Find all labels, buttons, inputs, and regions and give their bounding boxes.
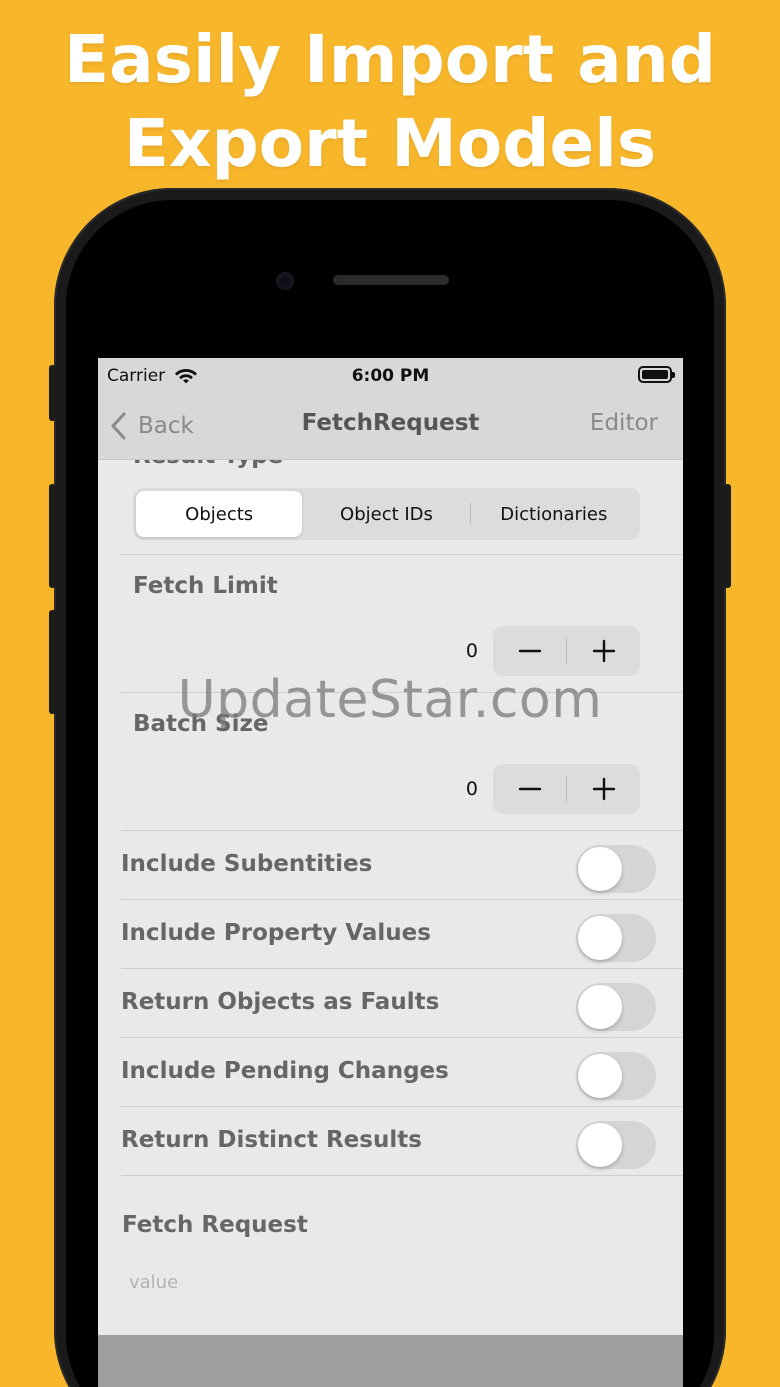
status-bar: Carrier 6:00 PM xyxy=(98,358,683,396)
return-distinct-results-switch[interactable] xyxy=(576,1121,656,1169)
volume-up-button xyxy=(49,484,56,588)
headline-line-2: Export Models xyxy=(123,105,657,182)
fetch-limit-decrement-button[interactable] xyxy=(493,626,566,676)
form-content: Result Type Objects Object IDs Dictionar… xyxy=(98,460,683,1335)
batch-size-increment-button[interactable] xyxy=(567,764,640,814)
include-pending-changes-switch[interactable] xyxy=(576,1052,656,1100)
promo-headline: Easily Import and Export Models xyxy=(0,18,780,186)
minus-icon xyxy=(518,649,541,653)
include-subentities-switch[interactable] xyxy=(576,845,656,893)
batch-size-decrement-button[interactable] xyxy=(493,764,566,814)
return-objects-as-faults-switch[interactable] xyxy=(576,983,656,1031)
mute-switch xyxy=(49,365,56,421)
navigation-bar: Back FetchRequest Editor xyxy=(98,396,683,460)
segment-objects[interactable]: Objects xyxy=(136,491,303,537)
earpiece-speaker xyxy=(333,275,449,285)
watermark-text: UpdateStar.com xyxy=(177,670,603,730)
bottom-toolbar xyxy=(98,1335,683,1387)
plus-icon xyxy=(592,639,615,663)
segment-dictionaries[interactable]: Dictionaries xyxy=(471,491,637,537)
result-type-label: Result Type xyxy=(133,460,283,469)
toggle-row-include-pending-changes: Include Pending Changes xyxy=(98,1038,683,1107)
editor-button[interactable]: Editor xyxy=(590,410,658,436)
fetch-limit-increment-button[interactable] xyxy=(567,626,640,676)
fetch-request-label: Fetch Request xyxy=(122,1212,308,1238)
minus-icon xyxy=(518,787,541,791)
toggle-label: Return Objects as Faults xyxy=(121,989,440,1015)
battery-icon xyxy=(638,366,675,383)
power-button xyxy=(724,484,731,588)
toggle-label: Return Distinct Results xyxy=(121,1127,422,1153)
toggle-row-return-distinct-results: Return Distinct Results xyxy=(98,1107,683,1176)
toggle-label: Include Property Values xyxy=(121,920,431,946)
toggle-label: Include Subentities xyxy=(121,851,373,877)
fetch-request-value-field[interactable]: value xyxy=(129,1272,178,1293)
toggle-label: Include Pending Changes xyxy=(121,1058,449,1084)
headline-line-1: Easily Import and xyxy=(64,21,716,98)
status-time: 6:00 PM xyxy=(351,366,430,386)
phone-screen: Carrier 6:00 PM Back FetchRequest Editor… xyxy=(98,358,683,1387)
toggle-row-return-objects-as-faults: Return Objects as Faults xyxy=(98,969,683,1038)
include-property-values-switch[interactable] xyxy=(576,914,656,962)
fetch-limit-value: 0 xyxy=(465,640,478,662)
batch-size-stepper xyxy=(493,764,640,814)
segment-object-ids[interactable]: Object IDs xyxy=(303,491,469,537)
row-separator xyxy=(121,1175,683,1176)
fetch-limit-label: Fetch Limit xyxy=(133,573,278,599)
row-separator xyxy=(121,554,683,555)
toggle-row-include-subentities: Include Subentities xyxy=(98,831,683,900)
result-type-segmented-control: Objects Object IDs Dictionaries xyxy=(133,488,640,540)
batch-size-value: 0 xyxy=(465,778,478,800)
plus-icon xyxy=(592,777,615,801)
fetch-limit-stepper xyxy=(493,626,640,676)
toggle-row-include-property-values: Include Property Values xyxy=(98,900,683,969)
front-camera xyxy=(276,272,294,290)
